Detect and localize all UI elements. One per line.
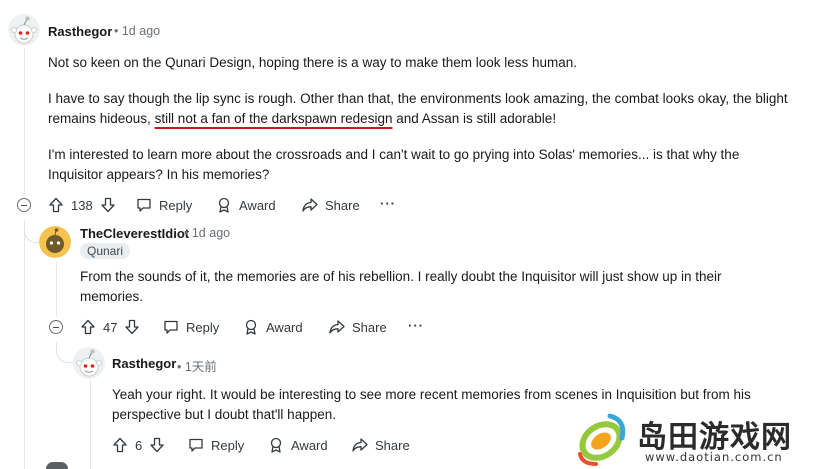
award-button[interactable]: Award — [268, 434, 328, 456]
meta-dot: • — [184, 226, 192, 240]
comment-username[interactable]: Rasthegor — [112, 356, 176, 371]
timestamp-text: 1d ago — [191, 226, 231, 240]
reply-label: Reply — [186, 319, 220, 335]
comment-timestamp: • 1天前 — [177, 356, 217, 375]
more-options-button[interactable]: ··· — [408, 314, 424, 336]
paragraph-text-end: and Assan is still adorable! — [392, 111, 557, 126]
thread-elbow-reply2 — [56, 342, 73, 363]
snoo-avatar-icon — [73, 347, 105, 379]
snoo-avatar-icon — [8, 14, 40, 46]
comment-body: From the sounds of it, the memories are … — [80, 269, 722, 304]
comment-paragraph-3: I'm interested to learn more about the c… — [48, 147, 740, 182]
reply-button[interactable]: Reply — [136, 194, 192, 216]
more-options-icon: ··· — [408, 317, 424, 333]
more-options-button[interactable]: ··· — [380, 192, 396, 214]
comment-username[interactable]: Rasthegor — [48, 24, 112, 39]
share-label: Share — [375, 437, 410, 453]
user-flair: Qunari — [80, 243, 131, 259]
award-label: Award — [291, 437, 328, 453]
collapse-thread-button[interactable] — [49, 320, 63, 334]
award-icon — [245, 319, 257, 335]
thread-elbow-reply1 — [24, 224, 39, 243]
avatar[interactable] — [73, 347, 105, 379]
award-icon — [270, 437, 282, 453]
next-comment-avatar — [46, 462, 68, 469]
watermark-url: www.daotian.com.cn — [645, 450, 783, 464]
award-label: Award — [266, 319, 303, 335]
share-button[interactable]: Share — [352, 434, 410, 456]
timestamp-text: 1d ago — [121, 24, 161, 38]
collapse-thread-button[interactable] — [17, 198, 31, 212]
share-button[interactable]: Share — [329, 316, 387, 338]
share-icon — [352, 438, 368, 452]
reply-icon — [164, 320, 178, 334]
reply-button[interactable]: Reply — [163, 316, 219, 338]
share-label: Share — [352, 319, 387, 335]
thread-line-reply1 — [56, 262, 57, 317]
downvote-icon[interactable] — [149, 437, 165, 453]
award-button[interactable]: Award — [216, 194, 276, 216]
avatar[interactable] — [39, 226, 71, 258]
comment-timestamp: • 1d ago — [114, 24, 160, 38]
vote-group: 138 — [48, 194, 116, 216]
thread-line-root — [24, 48, 25, 194]
upvote-icon[interactable] — [112, 437, 128, 453]
comment-username[interactable]: TheCleverestIdiot — [80, 226, 189, 241]
vote-group: 47 — [80, 316, 140, 338]
more-options-icon: ··· — [380, 195, 396, 211]
upvote-icon[interactable] — [80, 319, 96, 335]
downvote-icon[interactable] — [124, 319, 140, 335]
vote-count: 6 — [135, 437, 143, 453]
share-icon — [329, 320, 345, 334]
site-watermark: 岛田游戏网 www.daotian.com.cn — [567, 408, 822, 469]
share-icon — [302, 198, 318, 212]
comment-paragraph-1: Not so keen on the Qunari Design, hoping… — [48, 55, 578, 70]
comment-paragraph-2: I have to say though the lip sync is rou… — [48, 89, 813, 129]
watermark-logo-icon — [578, 413, 626, 466]
thread-line-lower — [24, 220, 25, 469]
reply-icon — [189, 438, 203, 452]
thread-line-reply2 — [90, 380, 91, 469]
reply-label: Reply — [159, 197, 193, 213]
highlighted-phrase: still not a fan of the darkspawn redesig… — [154, 111, 393, 126]
meta-dot: • — [177, 360, 185, 374]
timestamp-text: 1天前 — [184, 360, 217, 374]
share-button[interactable]: Share — [302, 194, 360, 216]
reply-button[interactable]: Reply — [188, 434, 244, 456]
vote-count: 138 — [71, 197, 93, 213]
meta-dot: • — [114, 24, 122, 38]
downvote-icon[interactable] — [100, 197, 116, 213]
award-label: Award — [239, 197, 276, 213]
award-button[interactable]: Award — [243, 316, 303, 338]
comment-timestamp: • 1d ago — [184, 226, 230, 240]
share-label: Share — [325, 197, 360, 213]
reply-icon — [137, 198, 151, 212]
avatar[interactable] — [8, 14, 40, 46]
reply-label: Reply — [211, 437, 245, 453]
upvote-icon[interactable] — [48, 197, 64, 213]
award-icon — [218, 197, 230, 213]
vote-group: 6 — [112, 434, 165, 456]
snoo-avatar-icon — [39, 226, 71, 258]
vote-count: 47 — [103, 319, 118, 335]
